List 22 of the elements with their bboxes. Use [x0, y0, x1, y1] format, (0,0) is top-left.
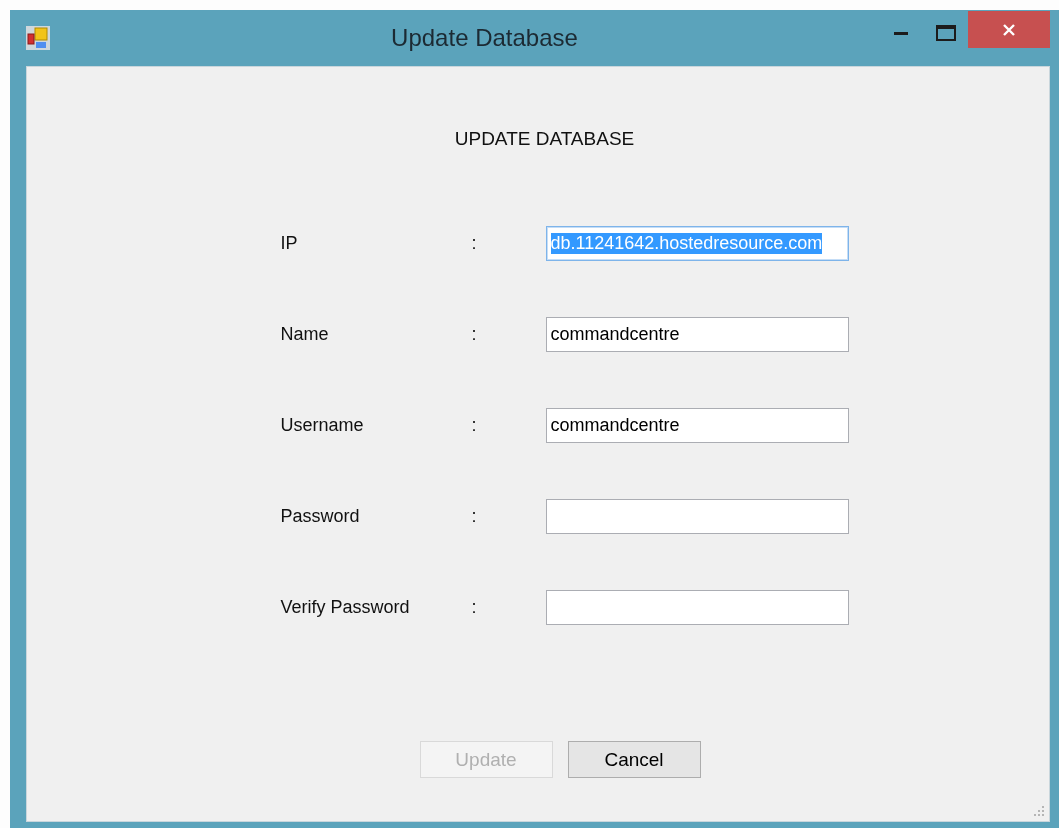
minimize-icon [893, 31, 908, 35]
colon-separator: : [471, 324, 478, 345]
close-icon [1002, 22, 1016, 37]
colon-separator: : [471, 506, 478, 527]
field-label: IP [279, 233, 299, 254]
text-field[interactable] [545, 499, 849, 534]
text-field[interactable]: commandcentre [545, 408, 849, 443]
resize-grip-icon [1033, 805, 1045, 817]
colon-separator: : [471, 415, 478, 436]
text-field[interactable]: commandcentre [545, 317, 849, 352]
form-heading: UPDATE DATABASE [454, 128, 635, 150]
text-field[interactable] [545, 590, 849, 625]
cancel-button[interactable]: Cancel [567, 741, 701, 778]
app-icon [25, 25, 51, 51]
colon-separator: : [471, 233, 478, 254]
maximize-icon [935, 25, 956, 41]
field-label: Name [279, 324, 330, 345]
field-label: Verify Password [279, 597, 411, 618]
field-label: Username [279, 415, 365, 436]
field-label: Password [279, 506, 361, 527]
colon-separator: : [471, 597, 478, 618]
window-title: Update Database [390, 24, 579, 52]
